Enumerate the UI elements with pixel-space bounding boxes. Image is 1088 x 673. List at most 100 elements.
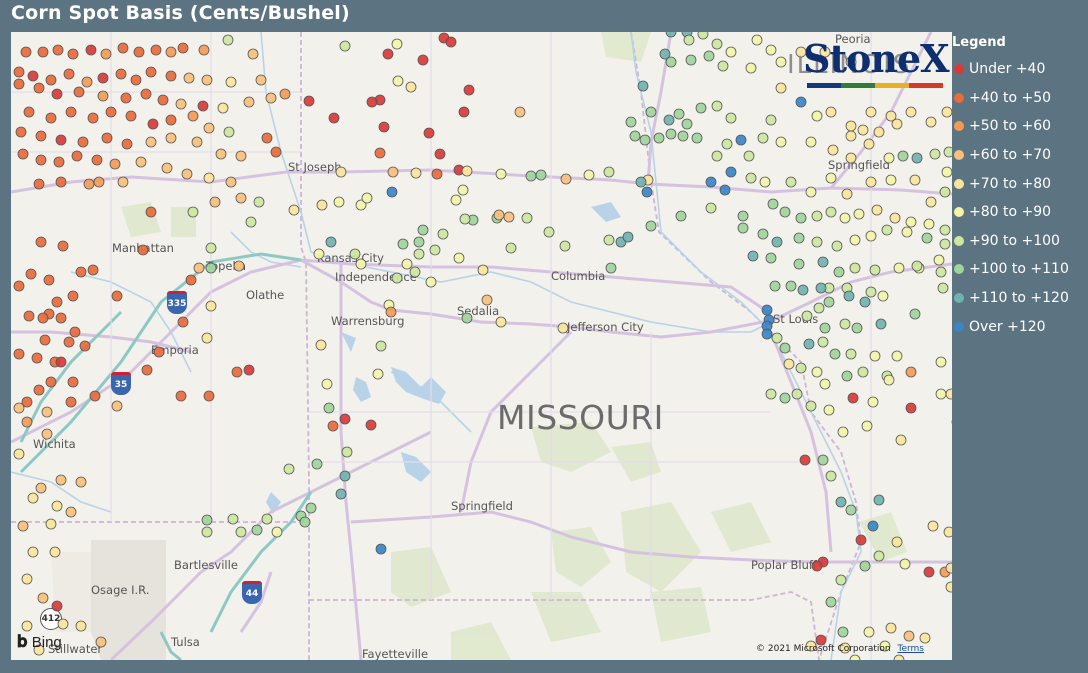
basis-point[interactable] xyxy=(771,332,783,344)
basis-point[interactable] xyxy=(165,70,177,82)
basis-point[interactable] xyxy=(823,404,835,416)
basis-point[interactable] xyxy=(673,108,685,120)
basis-point[interactable] xyxy=(55,356,67,368)
basis-point[interactable] xyxy=(231,366,243,378)
basis-point[interactable] xyxy=(869,350,881,362)
basis-point[interactable] xyxy=(681,118,693,130)
basis-point[interactable] xyxy=(77,136,89,148)
basis-point[interactable] xyxy=(839,318,851,330)
basis-point[interactable] xyxy=(705,176,717,188)
basis-point[interactable] xyxy=(941,166,952,178)
basis-point[interactable] xyxy=(382,48,394,60)
basis-point[interactable] xyxy=(891,536,903,548)
basis-point[interactable] xyxy=(175,390,187,402)
basis-point[interactable] xyxy=(635,176,647,188)
basis-point[interactable] xyxy=(150,44,162,56)
bing-logo[interactable]: 𝐛 Bing xyxy=(17,632,62,652)
basis-point[interactable] xyxy=(477,264,489,276)
basis-point[interactable] xyxy=(93,176,105,188)
legend-item[interactable]: Under +40 xyxy=(952,55,1088,84)
basis-point[interactable] xyxy=(17,520,29,532)
basis-point[interactable] xyxy=(91,154,103,166)
basis-point[interactable] xyxy=(825,106,837,118)
basis-point[interactable] xyxy=(905,216,917,228)
basis-point[interactable] xyxy=(165,46,177,58)
basis-point[interactable] xyxy=(639,134,651,146)
basis-point[interactable] xyxy=(799,454,811,466)
basis-point[interactable] xyxy=(629,130,641,142)
basis-point[interactable] xyxy=(65,506,77,518)
basis-point[interactable] xyxy=(825,470,837,482)
basis-point[interactable] xyxy=(203,390,215,402)
basis-point[interactable] xyxy=(41,428,53,440)
basis-point[interactable] xyxy=(761,328,773,340)
basis-point[interactable] xyxy=(825,596,837,608)
basis-point[interactable] xyxy=(943,146,952,158)
basis-point[interactable] xyxy=(825,172,837,184)
basis-point[interactable] xyxy=(939,186,951,198)
basis-point[interactable] xyxy=(857,366,869,378)
basis-point[interactable] xyxy=(177,42,189,54)
basis-point[interactable] xyxy=(795,362,807,374)
basis-point[interactable] xyxy=(120,92,132,104)
basis-point[interactable] xyxy=(514,106,526,118)
basis-point[interactable] xyxy=(583,169,595,181)
basis-point[interactable] xyxy=(461,165,473,177)
basis-point[interactable] xyxy=(55,134,67,146)
basis-point[interactable] xyxy=(410,167,422,179)
basis-point[interactable] xyxy=(719,184,731,196)
basis-point[interactable] xyxy=(35,130,47,142)
basis-point[interactable] xyxy=(905,402,917,414)
basis-point[interactable] xyxy=(378,121,390,133)
basis-point[interactable] xyxy=(27,546,39,558)
basis-point[interactable] xyxy=(841,188,853,200)
basis-point[interactable] xyxy=(316,199,328,211)
basis-point[interactable] xyxy=(853,208,865,220)
basis-point[interactable] xyxy=(227,513,239,525)
basis-point[interactable] xyxy=(55,312,67,324)
basis-point[interactable] xyxy=(835,574,847,586)
basis-point[interactable] xyxy=(945,388,952,400)
basis-point[interactable] xyxy=(757,228,769,240)
basis-point[interactable] xyxy=(923,566,935,578)
legend-item[interactable]: Over +120 xyxy=(952,312,1088,341)
basis-point[interactable] xyxy=(560,173,572,185)
basis-point[interactable] xyxy=(891,350,903,362)
basis-point[interactable] xyxy=(405,81,417,93)
basis-point[interactable] xyxy=(458,106,470,118)
basis-point[interactable] xyxy=(147,118,159,130)
basis-point[interactable] xyxy=(909,308,921,320)
basis-point[interactable] xyxy=(927,520,939,532)
basis-point[interactable] xyxy=(605,262,617,274)
basis-point[interactable] xyxy=(335,166,347,178)
basis-point[interactable] xyxy=(603,234,615,246)
basis-point[interactable] xyxy=(101,132,113,144)
basis-point[interactable] xyxy=(905,366,917,378)
basis-point[interactable] xyxy=(873,550,885,562)
basis-point[interactable] xyxy=(817,336,829,348)
basis-point[interactable] xyxy=(805,186,817,198)
basis-point[interactable] xyxy=(885,622,897,634)
basis-point[interactable] xyxy=(165,114,177,126)
basis-point[interactable] xyxy=(145,206,157,218)
basis-point[interactable] xyxy=(817,454,829,466)
basis-point[interactable] xyxy=(21,620,33,632)
basis-point[interactable] xyxy=(725,112,737,124)
basis-point[interactable] xyxy=(205,242,217,254)
basis-point[interactable] xyxy=(603,166,615,178)
basis-point[interactable] xyxy=(95,636,107,648)
basis-point[interactable] xyxy=(833,266,845,278)
basis-point[interactable] xyxy=(339,40,351,52)
basis-point[interactable] xyxy=(622,231,634,243)
basis-point[interactable] xyxy=(21,416,33,428)
legend-item[interactable]: +60 to +70 xyxy=(952,141,1088,170)
basis-point[interactable] xyxy=(521,212,533,224)
basis-point[interactable] xyxy=(769,280,781,292)
basis-point[interactable] xyxy=(63,68,75,80)
basis-point[interactable] xyxy=(75,620,87,632)
basis-point[interactable] xyxy=(31,352,43,364)
basis-point[interactable] xyxy=(849,262,861,274)
basis-point[interactable] xyxy=(23,106,35,118)
basis-point[interactable] xyxy=(893,654,905,660)
basis-point[interactable] xyxy=(335,488,347,500)
